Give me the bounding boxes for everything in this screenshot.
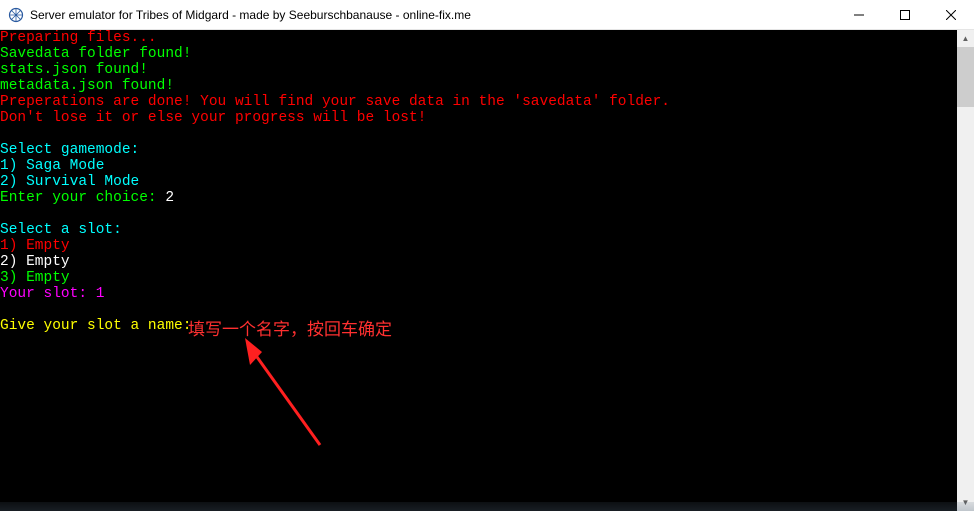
console-line: 1) Empty [0,238,974,254]
console-line: Your slot: 1 [0,286,974,302]
console-line: Select gamemode: [0,142,974,158]
console-line: 1) Saga Mode [0,158,974,174]
scroll-up-button[interactable]: ▲ [957,30,974,47]
window-title: Server emulator for Tribes of Midgard - … [30,8,836,22]
console-line: 2) Survival Mode [0,174,974,190]
app-icon [8,7,24,23]
window-controls [836,0,974,29]
console-line: 2) Empty [0,254,974,270]
console-line: Savedata folder found! [0,46,974,62]
console-line [0,126,974,142]
taskbar-edge [0,502,974,511]
console-line: 3) Empty [0,270,974,286]
console-line: Give your slot a name: [0,318,974,334]
maximize-button[interactable] [882,0,928,29]
console-line [0,206,974,222]
titlebar: Server emulator for Tribes of Midgard - … [0,0,974,30]
scroll-thumb[interactable] [957,47,974,107]
scrollbar[interactable]: ▲ ▼ [957,30,974,511]
console-line: Select a slot: [0,222,974,238]
console-line: stats.json found! [0,62,974,78]
console-line: metadata.json found! [0,78,974,94]
console-line: Enter your choice: 2 [0,190,974,206]
minimize-button[interactable] [836,0,882,29]
console-line: Don't lose it or else your progress will… [0,110,974,126]
console-line: Preparing files... [0,30,974,46]
console-line: Preperations are done! You will find you… [0,94,974,110]
console-output[interactable]: Preparing files...Savedata folder found!… [0,30,974,511]
close-button[interactable] [928,0,974,29]
console-line [0,302,974,318]
